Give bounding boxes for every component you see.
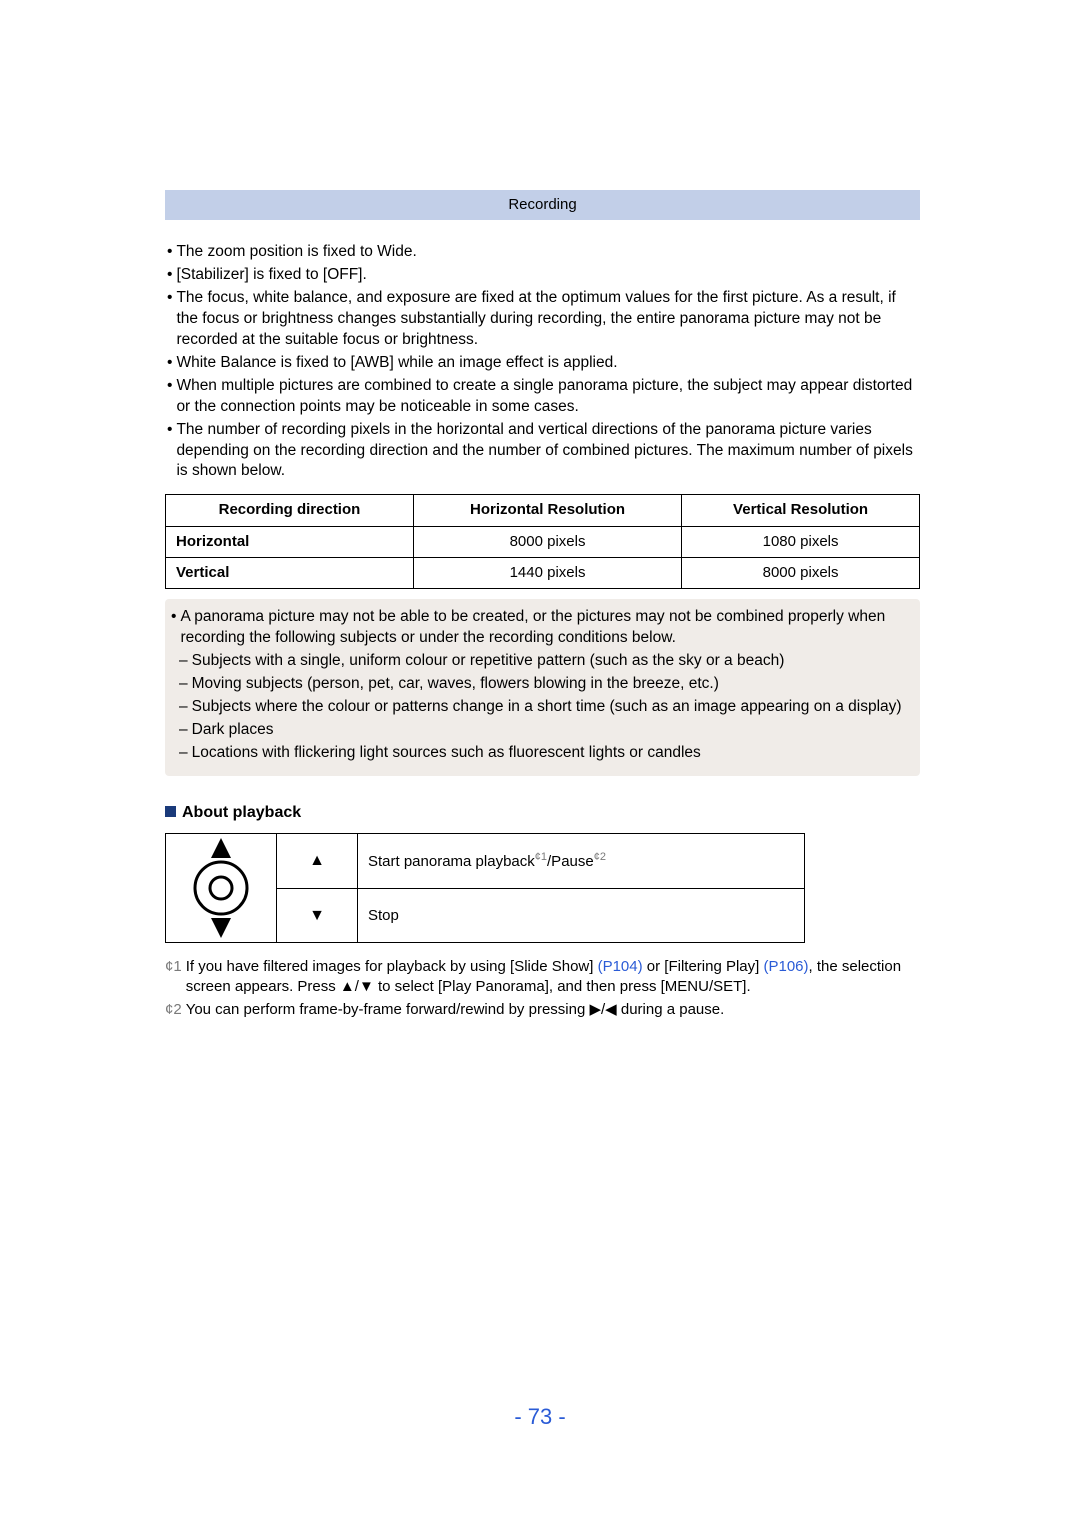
footnote-mark: ¢1 [165,957,186,998]
down-symbol: ▼ [277,889,358,943]
caution-box: •A panorama picture may not be able to b… [165,599,920,775]
bullet-item: •White Balance is fixed to [AWB] while a… [167,353,918,374]
about-playback-heading: About playback [165,802,920,824]
bullet-item: •The number of recording pixels in the h… [167,420,918,483]
footnote-ref-2: ¢2 [594,851,606,863]
table-row: Vertical 1440 pixels 8000 pixels [166,557,920,588]
dash-item: –Moving subjects (person, pet, car, wave… [179,674,912,695]
bullet-item: •A panorama picture may not be able to b… [171,607,912,649]
dash-item: –Subjects where the colour or patterns c… [179,697,912,718]
bullet-item: •[Stabilizer] is fixed to [OFF]. [167,265,918,286]
page: Recording •The zoom position is fixed to… [0,0,1080,1526]
link-p106[interactable]: (P106) [763,958,808,975]
cell-h: 1440 pixels [413,557,681,588]
th-direction: Recording direction [166,495,414,526]
bullet-item: •The zoom position is fixed to Wide. [167,242,918,263]
footnote-mark: ¢2 [165,1000,186,1020]
cell-dir: Vertical [166,557,414,588]
bullet-item: •The focus, white balance, and exposure … [167,288,918,351]
th-vertical: Vertical Resolution [682,495,920,526]
dash-item: –Dark places [179,720,912,741]
up-symbol: ▲ [277,834,358,889]
section-header: Recording [165,190,920,220]
pb-action-stop: Stop [358,889,805,943]
footnote-1: ¢1 If you have filtered images for playb… [165,957,920,998]
control-pad-cell [166,834,277,943]
table-row: Horizontal 8000 pixels 1080 pixels [166,526,920,557]
square-bullet-icon [165,806,176,817]
pb-action-start: Start panorama playback¢1/Pause¢2 [358,834,805,889]
footnote-2: ¢2 You can perform frame-by-frame forwar… [165,1000,920,1020]
notes-top: •The zoom position is fixed to Wide. •[S… [165,242,920,482]
table-header-row: Recording direction Horizontal Resolutio… [166,495,920,526]
playback-table: ▲ Start panorama playback¢1/Pause¢2 ▼ St… [165,833,805,943]
resolution-table: Recording direction Horizontal Resolutio… [165,494,920,589]
footnote-ref-1: ¢1 [535,851,547,863]
cell-v: 8000 pixels [682,557,920,588]
page-number: - 73 - [0,1402,1080,1432]
dash-item: –Locations with flickering light sources… [179,743,912,764]
bullet-item: •When multiple pictures are combined to … [167,376,918,418]
table-row: ▲ Start panorama playback¢1/Pause¢2 [166,834,805,889]
control-pad-icon [187,834,255,942]
cell-h: 8000 pixels [413,526,681,557]
th-horizontal: Horizontal Resolution [413,495,681,526]
cell-v: 1080 pixels [682,526,920,557]
cell-dir: Horizontal [166,526,414,557]
dash-item: –Subjects with a single, uniform colour … [179,651,912,672]
link-p104[interactable]: (P104) [598,958,643,975]
